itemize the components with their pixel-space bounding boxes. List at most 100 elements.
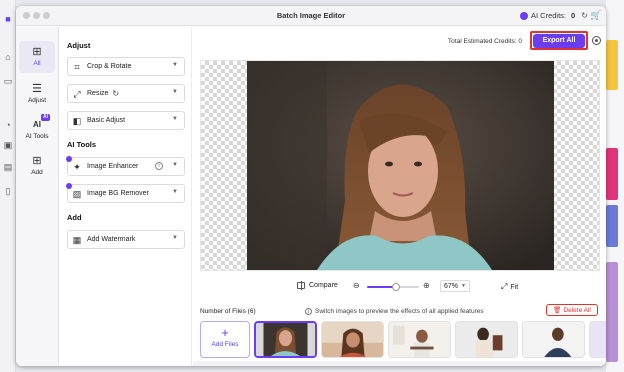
file-thumbnail[interactable] bbox=[388, 321, 451, 358]
resize-icon: ⤢ bbox=[73, 88, 81, 99]
image-enhancer-label: Image Enhancer bbox=[87, 163, 139, 170]
rail-item-label: AI Tools bbox=[25, 133, 49, 140]
add-files-button[interactable]: + Add Files bbox=[200, 321, 250, 358]
chevron-down-icon: ▼ bbox=[172, 162, 178, 168]
background-icon: ▣ bbox=[3, 140, 13, 150]
ai-credits-label: AI Credits: bbox=[531, 11, 567, 20]
batch-image-editor-window: Batch Image Editor AI Credits: 0 ↻ 🛒 ⊞ A… bbox=[16, 6, 606, 366]
estimated-credits: Total Estimated Credits: 0 bbox=[448, 38, 522, 45]
rail-item-label: Adjust bbox=[27, 97, 47, 104]
background-thumbnail bbox=[606, 148, 618, 200]
refresh-icon[interactable]: ↻ bbox=[581, 11, 588, 20]
image-bg-remover-label: Image BG Remover bbox=[87, 190, 149, 197]
background-icon: ▤ bbox=[3, 162, 13, 172]
ai-badge-dot bbox=[66, 183, 72, 189]
thumbnail-image bbox=[456, 322, 517, 357]
tool-category-rail: ⊞ All ☰ Adjust AI AI AI Tools ⊞ Add bbox=[16, 27, 59, 366]
export-all-button[interactable]: Export All bbox=[533, 34, 585, 48]
fit-button[interactable]: ⤢ Fit bbox=[501, 282, 518, 292]
crop-rotate-dropdown[interactable]: ⌗ Crop & Rotate ▼ bbox=[67, 57, 185, 76]
title-bar: Batch Image Editor AI Credits: 0 ↻ 🛒 bbox=[16, 6, 606, 26]
thumbnail-image bbox=[322, 322, 383, 357]
tools-panel: Adjust ⌗ Crop & Rotate ▼ ⤢ Resize ↻ ▼ ◧ … bbox=[60, 27, 192, 366]
thumbnail-image bbox=[523, 322, 584, 357]
background-icon: ▭ bbox=[3, 76, 13, 86]
settings-icon[interactable] bbox=[592, 36, 601, 45]
app-logo-icon: ■ bbox=[5, 14, 11, 24]
zoom-in-icon[interactable]: ⊕ bbox=[423, 281, 430, 290]
delete-all-label: Delete All bbox=[563, 306, 591, 314]
background-icon: ◔ bbox=[5, 120, 11, 130]
background-thumbnail bbox=[606, 40, 618, 90]
zoom-slider[interactable] bbox=[367, 283, 419, 291]
resize-label: Resize bbox=[87, 90, 109, 97]
sliders-icon: ☰ bbox=[32, 83, 42, 95]
thumbnail-image bbox=[256, 323, 315, 356]
image-enhancer-dropdown[interactable]: ✦ Image Enhancer i ▼ bbox=[66, 156, 185, 176]
files-header: Number of Files (6) i Switch images to p… bbox=[200, 304, 600, 320]
compare-button[interactable]: Compare bbox=[297, 281, 338, 290]
bg-remover-icon: ▨ bbox=[72, 188, 82, 199]
thumbnail-image bbox=[590, 322, 606, 357]
zoom-toolbar: Compare ⊖ ⊕ 67% ▼ ⤢ Fit bbox=[193, 275, 606, 295]
enhancer-icon: ✦ bbox=[73, 161, 81, 172]
preview-hint-text: Switch images to preview the effects of … bbox=[315, 308, 484, 315]
chevron-down-icon: ▼ bbox=[172, 189, 178, 195]
file-thumbnail[interactable] bbox=[589, 321, 606, 358]
rail-item-all[interactable]: ⊞ All bbox=[19, 41, 55, 73]
rail-item-ai-tools[interactable]: AI AI AI Tools bbox=[19, 114, 55, 146]
rail-item-adjust[interactable]: ☰ Adjust bbox=[19, 78, 55, 110]
ai-badge-dot bbox=[66, 156, 72, 162]
background-thumbnail bbox=[606, 205, 618, 247]
watermark-icon: ▦ bbox=[72, 234, 82, 245]
add-watermark-dropdown[interactable]: ▦ Add Watermark ▼ bbox=[67, 230, 185, 249]
resize-dropdown[interactable]: ⤢ Resize ↻ ▼ bbox=[67, 84, 185, 103]
zoom-out-icon[interactable]: ⊖ bbox=[353, 281, 360, 290]
file-thumbnail[interactable] bbox=[455, 321, 518, 358]
chevron-down-icon: ▼ bbox=[172, 89, 178, 95]
zoom-slider-knob[interactable] bbox=[391, 283, 400, 291]
section-heading-adjust: Adjust bbox=[67, 41, 91, 50]
add-watermark-label: Add Watermark bbox=[87, 236, 136, 243]
loading-icon: ↻ bbox=[112, 89, 120, 98]
delete-all-button[interactable]: 🗑 Delete All bbox=[546, 304, 598, 316]
adjust-icon: ◧ bbox=[72, 115, 82, 126]
fit-label: Fit bbox=[510, 283, 519, 291]
background-app-sidebar: ■ ⌂ ▭ ◔ ▣ ▤ ▯ bbox=[0, 0, 16, 372]
estimated-credits-value: 0 bbox=[518, 38, 522, 45]
main-toolbar: Total Estimated Credits: 0 Export All bbox=[193, 27, 606, 57]
basic-adjust-label: Basic Adjust bbox=[87, 117, 126, 124]
file-thumbnail[interactable] bbox=[522, 321, 585, 358]
rail-item-add[interactable]: ⊞ Add bbox=[19, 150, 55, 182]
fit-icon: ⤢ bbox=[501, 282, 508, 291]
credits-coin-icon bbox=[520, 11, 528, 20]
chevron-down-icon: ▼ bbox=[172, 235, 178, 241]
preview-canvas[interactable] bbox=[200, 60, 600, 271]
file-thumbnail[interactable] bbox=[321, 321, 384, 358]
portrait-image bbox=[247, 61, 554, 270]
zoom-level-value: 67% bbox=[444, 282, 459, 290]
thumbnail-image bbox=[389, 322, 450, 357]
chevron-down-icon: ▼ bbox=[461, 283, 466, 289]
background-app-content bbox=[606, 0, 624, 372]
rail-item-label: Add bbox=[31, 169, 43, 176]
trash-icon: 🗑 bbox=[553, 307, 562, 314]
zoom-level-select[interactable]: 67% ▼ bbox=[440, 280, 470, 292]
section-heading-ai-tools: AI Tools bbox=[67, 140, 97, 149]
plus-square-icon: ⊞ bbox=[32, 155, 42, 167]
plus-icon: + bbox=[221, 325, 229, 340]
basic-adjust-dropdown[interactable]: ◧ Basic Adjust ▼ bbox=[67, 111, 185, 130]
background-icon: ▯ bbox=[5, 186, 11, 196]
cart-icon[interactable]: 🛒 bbox=[590, 10, 601, 21]
grid-icon: ⊞ bbox=[32, 46, 42, 58]
background-thumbnail bbox=[606, 262, 618, 362]
file-count: Number of Files (6) bbox=[200, 308, 256, 315]
image-bg-remover-dropdown[interactable]: ▨ Image BG Remover ▼ bbox=[66, 183, 185, 203]
window-title: Batch Image Editor bbox=[276, 11, 346, 20]
preview-hint: i Switch images to preview the effects o… bbox=[305, 308, 484, 315]
ai-badge: AI bbox=[41, 114, 50, 121]
ai-credits: AI Credits: 0 ↻ bbox=[520, 11, 588, 20]
file-thumbnail[interactable] bbox=[254, 321, 317, 358]
info-icon[interactable]: i bbox=[155, 162, 163, 170]
crop-rotate-label: Crop & Rotate bbox=[87, 63, 132, 70]
